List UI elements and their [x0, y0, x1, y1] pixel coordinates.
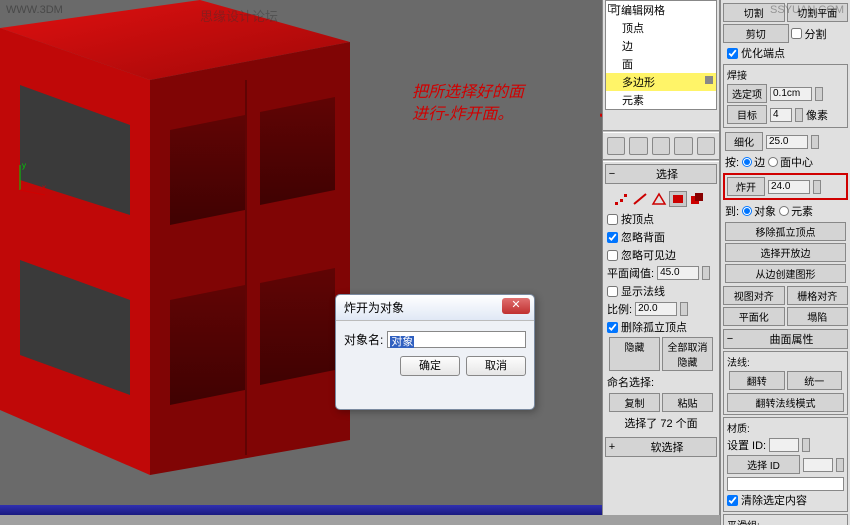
explode-button[interactable]: 炸开 — [727, 177, 765, 196]
weld-pixels-input[interactable]: 4 — [770, 108, 792, 122]
svg-text:x: x — [42, 183, 46, 192]
clear-sel-check[interactable] — [727, 495, 738, 506]
stack-toolbar — [603, 135, 719, 157]
watermark: SSYUAN.COM — [770, 4, 844, 16]
surface-header[interactable]: −曲面属性 — [723, 329, 848, 349]
hide-button[interactable]: 隐藏 — [609, 337, 660, 371]
watermark: WWW.3DM — [6, 4, 63, 16]
smooth-group: 平滑组: 12345678910111213141516171819202122… — [723, 514, 848, 525]
spinner[interactable] — [702, 266, 710, 280]
scale-input[interactable]: 20.0 — [635, 302, 677, 316]
axis-gizmo: y x — [10, 160, 50, 200]
element-icon[interactable] — [689, 192, 705, 206]
modifier-panel: 可编辑网格 顶点 边 面 多边形 元素 −选择 按顶点 忽略背面 忽略可见边 平… — [602, 0, 720, 515]
select-open-button[interactable]: 选择开放边 — [725, 243, 846, 262]
spinner[interactable] — [795, 108, 803, 122]
remove-mod-button[interactable] — [674, 137, 692, 155]
ignore-vis-check[interactable] — [607, 250, 618, 261]
named-sel-label: 命名选择: — [607, 372, 715, 392]
pin-stack-button[interactable] — [607, 137, 625, 155]
spinner[interactable] — [815, 87, 823, 101]
material-group: 材质: 设置 ID: 选择 ID 清除选定内容 — [723, 417, 848, 512]
select-rollout-header[interactable]: −选择 — [605, 164, 717, 184]
tree-polygon[interactable]: 多边形 — [606, 73, 716, 91]
config-button[interactable] — [697, 137, 715, 155]
show-result-button[interactable] — [629, 137, 647, 155]
command-panel: SSYUAN.COM 切割切割平面 剪切 分割 优化端点 焊接 选定项0.1cm… — [720, 0, 850, 525]
tess-facectr-radio[interactable] — [768, 157, 778, 167]
set-id-input[interactable] — [769, 438, 799, 452]
cancel-button[interactable]: 取消 — [466, 356, 526, 376]
normals-group: 法线: 翻转统一 翻转法线模式 — [723, 351, 848, 415]
ignore-back-check[interactable] — [607, 232, 618, 243]
tree-vertex[interactable]: 顶点 — [606, 19, 716, 37]
plane-threshold-input[interactable]: 45.0 — [657, 266, 699, 280]
copy-button[interactable]: 复制 — [609, 393, 660, 412]
create-shape-button[interactable]: 从边创建图形 — [725, 264, 846, 283]
tree-element[interactable]: 元素 — [606, 91, 716, 109]
object-name-label: 对象名: — [344, 331, 383, 348]
polygon-icon[interactable] — [670, 192, 686, 206]
view-align-button[interactable]: 视图对齐 — [723, 286, 785, 305]
make-unique-button[interactable] — [652, 137, 670, 155]
tessellate-button[interactable]: 细化 — [725, 132, 763, 151]
spinner[interactable] — [836, 458, 844, 472]
flip-button[interactable]: 翻转 — [729, 371, 785, 390]
tree-edge[interactable]: 边 — [606, 37, 716, 55]
collapse-button[interactable]: 塌陷 — [787, 307, 849, 326]
weld-sel-button[interactable]: 选定项 — [727, 84, 767, 103]
weld-threshold-input[interactable]: 0.1cm — [770, 87, 812, 101]
tree-root[interactable]: 可编辑网格 — [606, 1, 716, 19]
unify-button[interactable]: 统一 — [787, 371, 843, 390]
dialog-title-text: 炸开为对象 — [344, 301, 404, 315]
vertex-icon[interactable] — [613, 192, 629, 206]
weld-group: 焊接 选定项0.1cm 目标4像素 — [723, 64, 848, 128]
delete-iso-check[interactable] — [607, 322, 618, 333]
viewport[interactable]: y x WWW.3DM 思缘设计论坛 把所选择好的面 进行-炸开面。 — [0, 0, 602, 515]
cut2-button[interactable]: 剪切 — [723, 24, 789, 43]
edge-icon[interactable] — [632, 192, 648, 206]
sel-id-input[interactable] — [803, 458, 833, 472]
material-dropdown[interactable] — [727, 477, 844, 491]
refine-check[interactable] — [727, 48, 738, 59]
flip-mode-button[interactable]: 翻转法线模式 — [727, 393, 844, 412]
explode-dialog: 炸开为对象 ✕ 对象名: 对象 确定 取消 — [335, 294, 535, 410]
weld-target-button[interactable]: 目标 — [727, 105, 767, 124]
face-icon[interactable] — [651, 192, 667, 206]
cube-geometry — [0, 0, 350, 475]
tess-input[interactable]: 25.0 — [766, 135, 808, 149]
paste-button[interactable]: 粘贴 — [662, 393, 713, 412]
planar-button[interactable]: 平面化 — [723, 307, 785, 326]
unhide-button[interactable]: 全部取消隐藏 — [662, 337, 713, 371]
explode-obj-radio[interactable] — [742, 206, 752, 216]
object-name-input[interactable]: 对象 — [387, 331, 526, 348]
selection-count: 选择了 72 个面 — [607, 413, 715, 433]
spinner[interactable] — [680, 302, 688, 316]
spinner[interactable] — [811, 135, 819, 149]
tess-edge-radio[interactable] — [742, 157, 752, 167]
by-vertex-check[interactable] — [607, 214, 618, 225]
modifier-stack[interactable]: 可编辑网格 顶点 边 面 多边形 元素 — [605, 0, 717, 110]
split-check[interactable] — [791, 28, 802, 39]
soft-select-header[interactable]: +软选择 — [605, 437, 717, 457]
spinner[interactable] — [813, 180, 821, 194]
tree-face[interactable]: 面 — [606, 55, 716, 73]
status-bar — [0, 505, 602, 515]
explode-elem-radio[interactable] — [779, 206, 789, 216]
grid-align-button[interactable]: 栅格对齐 — [787, 286, 849, 305]
annotation-text: 把所选择好的面 进行-炸开面。 — [412, 82, 524, 126]
spinner[interactable] — [802, 438, 810, 452]
select-id-button[interactable]: 选择 ID — [727, 455, 800, 474]
remove-iso-button[interactable]: 移除孤立顶点 — [725, 222, 846, 241]
explode-input[interactable]: 24.0 — [768, 180, 810, 194]
ok-button[interactable]: 确定 — [400, 356, 460, 376]
svg-text:y: y — [22, 161, 26, 170]
show-normal-check[interactable] — [607, 286, 618, 297]
watermark: 思缘设计论坛 — [200, 6, 278, 25]
dialog-titlebar[interactable]: 炸开为对象 ✕ — [336, 295, 534, 321]
close-button[interactable]: ✕ — [502, 298, 530, 314]
